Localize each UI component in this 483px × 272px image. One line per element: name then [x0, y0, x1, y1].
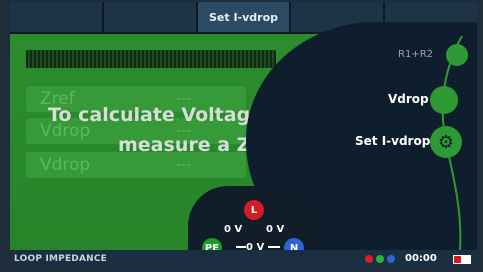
wire [236, 246, 246, 248]
clock: 00:00 [405, 253, 437, 264]
status-led-green [376, 255, 384, 263]
voltage-l-n: 0 V [266, 224, 285, 235]
voltage-l-pe: 0 V [224, 224, 243, 235]
status-led-blue [387, 255, 395, 263]
option-set-ivdrop-label[interactable]: Set I-vdrop [355, 134, 430, 148]
status-led-red [365, 255, 373, 263]
option-vdrop-label[interactable]: Vdrop [388, 92, 429, 106]
option-vdrop-button[interactable] [430, 86, 458, 114]
device-screen: Set I-vdrop Zref --- Vdrop --- Vdrop ---… [10, 2, 477, 268]
option-r1r2-label[interactable]: R1+R2 [398, 49, 433, 60]
mode-title: LOOP IMPEDANCE [14, 254, 108, 264]
wire [268, 246, 280, 248]
battery-icon [453, 255, 471, 264]
status-bar: LOOP IMPEDANCE 00:00 [10, 250, 477, 268]
line-terminal-l: L [244, 200, 264, 220]
option-r1r2-button[interactable] [446, 44, 468, 66]
gear-icon[interactable]: ⚙ [430, 126, 462, 158]
